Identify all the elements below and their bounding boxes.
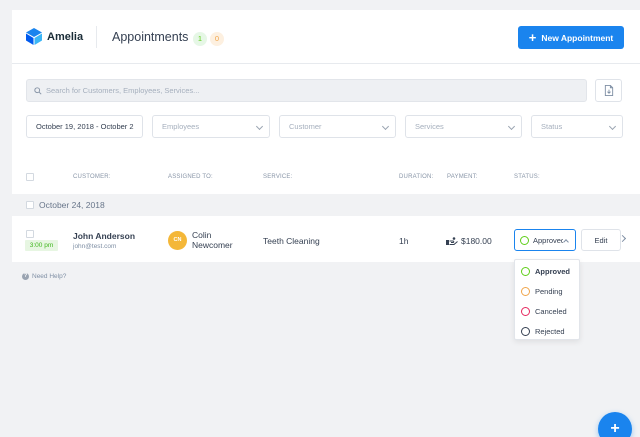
search-input[interactable]	[46, 86, 566, 95]
employees-filter[interactable]: Employees	[152, 115, 270, 138]
cash-icon	[446, 237, 458, 245]
canceled-ring-icon	[521, 306, 530, 316]
status-filter-label: Status	[541, 122, 563, 131]
duration-value: 1h	[399, 236, 409, 246]
header-assigned-to: ASSIGNED TO:	[168, 174, 213, 180]
search-icon	[34, 86, 42, 95]
new-appointment-button[interactable]: + New Appointment	[518, 26, 624, 49]
row-checkbox[interactable]	[26, 230, 34, 238]
appointments-panel: Amelia Appointments 1 0 + New Appointmen…	[12, 10, 640, 262]
approved-count-badge: 1	[193, 32, 207, 46]
page-title: Appointments	[112, 30, 189, 44]
amelia-logo: Amelia	[26, 28, 83, 45]
payment-amount: $180.00	[461, 236, 492, 246]
select-all-checkbox[interactable]	[26, 173, 34, 181]
new-appointment-label: New Appointment	[541, 32, 614, 43]
export-file-icon	[604, 85, 613, 96]
chevron-down-icon	[381, 122, 390, 131]
header-bar: Amelia Appointments 1 0 + New Appointmen…	[12, 10, 640, 64]
status-select[interactable]: Approved	[514, 229, 576, 251]
status-filter[interactable]: Status	[531, 115, 623, 138]
status-option-pending[interactable]: Pending	[521, 285, 563, 297]
status-dropdown: Approved Pending Canceled Rejected	[514, 259, 580, 340]
services-filter-label: Services	[415, 122, 444, 131]
employee-last-name: Newcomer	[192, 240, 233, 250]
need-help-label: Need Help?	[32, 273, 67, 280]
approved-status-icon	[520, 235, 529, 245]
status-option-rejected[interactable]: Rejected	[521, 325, 565, 337]
status-select-value: Approved	[533, 235, 563, 245]
services-filter[interactable]: Services	[405, 115, 522, 138]
header-service: SERVICE:	[263, 174, 293, 180]
time-badge: 3:00 pm	[25, 240, 58, 251]
date-group-label: October 24, 2018	[39, 200, 105, 210]
add-floating-button[interactable]: +	[598, 412, 632, 437]
customer-filter[interactable]: Customer	[279, 115, 396, 138]
chevron-down-icon	[507, 122, 516, 131]
header-status: STATUS:	[514, 174, 540, 180]
amelia-logo-icon	[26, 28, 42, 45]
avatar: CN	[168, 231, 187, 250]
employee-first-name: Colin	[192, 230, 212, 240]
header-divider	[96, 26, 97, 48]
chevron-down-icon	[608, 122, 617, 131]
edit-button[interactable]: Edit	[581, 229, 621, 251]
pending-ring-icon	[521, 286, 530, 296]
header-duration: DURATION:	[399, 174, 434, 180]
status-option-label: Rejected	[535, 326, 565, 336]
date-group-checkbox[interactable]	[26, 201, 34, 209]
approved-ring-icon	[521, 266, 530, 276]
status-option-label: Pending	[535, 286, 563, 296]
header-customer: CUSTOMER:	[73, 174, 111, 180]
customer-name: John Anderson	[73, 231, 136, 241]
date-range-filter[interactable]: October 19, 2018 - October 2	[26, 115, 143, 138]
status-option-label: Canceled	[535, 306, 567, 316]
plus-icon: +	[528, 30, 537, 45]
employee-name: Colin Newcomer	[192, 230, 233, 250]
service-name: Teeth Cleaning	[263, 236, 320, 246]
status-option-label: Approved	[535, 266, 571, 276]
chevron-up-icon	[563, 239, 569, 245]
status-option-approved[interactable]: Approved	[521, 265, 570, 277]
rejected-ring-icon	[521, 326, 530, 336]
export-button[interactable]	[595, 79, 622, 102]
header-payment: PAYMENT:	[447, 174, 478, 180]
date-range-value: October 19, 2018 - October 2	[36, 122, 134, 131]
date-group-row: October 24, 2018	[12, 194, 640, 216]
question-icon: ?	[22, 273, 29, 280]
search-bar	[26, 79, 587, 102]
status-option-canceled[interactable]: Canceled	[521, 305, 567, 317]
employees-filter-label: Employees	[162, 122, 200, 131]
customer-email: john@test.com	[73, 243, 117, 250]
chevron-down-icon	[255, 122, 264, 131]
app-name: Amelia	[47, 30, 84, 43]
need-help-link[interactable]: ? Need Help?	[22, 273, 66, 280]
pending-count-badge: 0	[210, 32, 224, 46]
customer-filter-label: Customer	[289, 122, 322, 131]
